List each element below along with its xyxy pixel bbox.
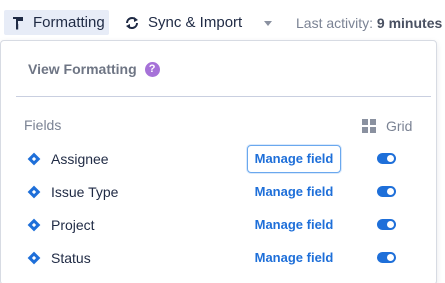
view-root: Formatting Sync & Import Last activity: … xyxy=(0,0,445,283)
formatting-button[interactable]: Formatting xyxy=(4,10,109,35)
field-name: Assignee xyxy=(51,151,109,167)
fields-header: Fields xyxy=(24,117,62,133)
diamond-icon xyxy=(27,185,41,199)
field-row: Project Manage field xyxy=(1,210,438,240)
grid-label: Grid xyxy=(386,118,413,134)
last-activity-value: 9 minutes a xyxy=(376,15,445,31)
help-icon[interactable]: ? xyxy=(144,61,160,77)
manage-field-button[interactable]: Manage field xyxy=(247,145,341,173)
chevron-down-icon[interactable] xyxy=(264,21,272,26)
grid-header: Grid xyxy=(362,118,412,134)
field-name: Status xyxy=(51,250,91,266)
diamond-icon xyxy=(27,251,41,265)
last-activity-label: Last activity: xyxy=(296,15,374,31)
field-row: Status Manage field xyxy=(1,243,438,273)
field-name: Project xyxy=(51,217,95,233)
diamond-icon xyxy=(27,152,41,166)
grid-toggle[interactable] xyxy=(377,219,396,230)
field-row: Issue Type Manage field xyxy=(1,177,438,207)
paint-roller-icon xyxy=(13,16,23,29)
panel-title-text: View Formatting xyxy=(28,61,137,77)
last-activity: Last activity: 9 minutes a xyxy=(296,15,445,31)
manage-field-button[interactable]: Manage field xyxy=(247,211,341,239)
grid-toggle[interactable] xyxy=(377,186,396,197)
formatting-label: Formatting xyxy=(33,14,105,31)
manage-field-button[interactable]: Manage field xyxy=(247,244,341,272)
sync-import-button[interactable]: Sync & Import xyxy=(124,10,242,35)
grid-icon xyxy=(362,119,376,133)
sync-import-label: Sync & Import xyxy=(148,14,243,31)
toolbar: Formatting Sync & Import Last activity: … xyxy=(0,0,445,44)
panel-title: View Formatting ? xyxy=(28,61,160,77)
toggle-knob xyxy=(387,155,394,162)
divider xyxy=(16,96,431,97)
diamond-icon xyxy=(27,218,41,232)
grid-toggle[interactable] xyxy=(377,153,396,164)
field-name: Issue Type xyxy=(51,184,119,200)
view-formatting-panel: View Formatting ? Fields Grid Assignee M… xyxy=(0,40,437,283)
toggle-knob xyxy=(387,221,394,228)
field-row: Assignee Manage field xyxy=(1,144,438,174)
sync-icon xyxy=(126,16,138,29)
manage-field-button[interactable]: Manage field xyxy=(247,178,341,206)
grid-toggle[interactable] xyxy=(377,252,396,263)
toggle-knob xyxy=(387,254,394,261)
toggle-knob xyxy=(387,188,394,195)
